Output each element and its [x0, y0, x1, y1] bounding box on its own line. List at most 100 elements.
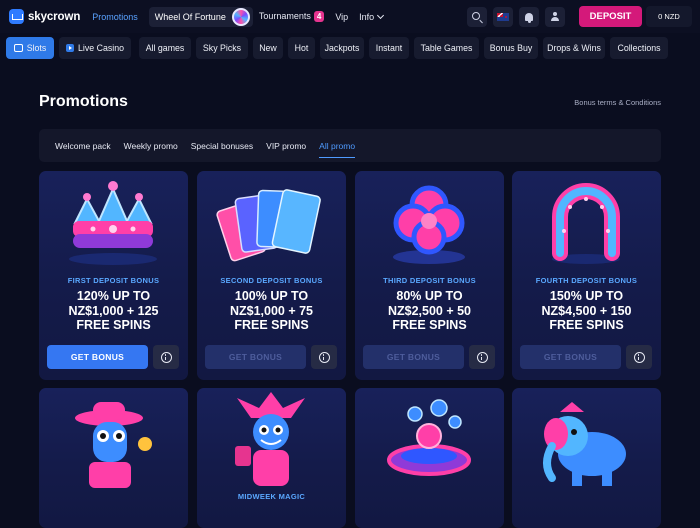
category-all-games[interactable]: All games [139, 36, 191, 59]
main-nav: Promotions Wheel Of Fortune Tournaments 4… [92, 6, 394, 27]
search-button[interactable] [467, 6, 487, 27]
category-drops-wins[interactable]: Drops & Wins [543, 36, 605, 59]
promo-eyebrow: THIRD DEPOSIT BONUS [383, 276, 476, 285]
offer-line: 100% UP TO [234, 289, 309, 303]
category-bonus-buy[interactable]: Bonus Buy [484, 36, 538, 59]
elephant-icon [543, 402, 626, 486]
category-label: Live Casino [78, 42, 124, 53]
promo-info-button[interactable] [626, 345, 652, 369]
wheel-of-fortune-label: Wheel Of Fortune [154, 11, 226, 22]
nav-info[interactable]: Info [359, 11, 385, 22]
offer-line: 150% UP TO [549, 289, 624, 303]
tab-welcome-pack[interactable]: Welcome pack [55, 129, 111, 162]
notifications-button[interactable] [519, 6, 539, 27]
offer-line: FREE SPINS [76, 318, 151, 332]
bonus-terms-link[interactable]: Bonus terms & Conditions [574, 98, 661, 107]
clover-icon [393, 185, 465, 264]
offer-line: 120% UP TO [76, 289, 151, 303]
balance-display[interactable]: 0 NZD [646, 6, 692, 27]
promo-card-elephant [512, 388, 661, 528]
tab-all-promo[interactable]: All promo [319, 129, 355, 162]
offer-line: NZ$4,500 + 150 [541, 303, 632, 318]
promo-eyebrow: SECOND DEPOSIT BONUS [220, 276, 323, 285]
jester-mascot-icon [235, 392, 305, 486]
tab-vip-promo[interactable]: VIP promo [266, 129, 306, 162]
category-instant[interactable]: Instant [369, 36, 409, 59]
language-button[interactable] [493, 6, 513, 27]
promo-eyebrow: FIRST DEPOSIT BONUS [67, 276, 160, 285]
info-icon [318, 351, 330, 363]
playing-cards-icon [216, 189, 321, 262]
promo-info-button[interactable] [153, 345, 179, 369]
info-label: Info [359, 11, 375, 22]
game-category-bar: Slots Live Casino All games Sky Picks Ne… [0, 33, 700, 62]
promo-info-button[interactable] [469, 345, 495, 369]
tournaments-label: Tournaments [258, 11, 311, 21]
category-sky-picks[interactable]: Sky Picks [196, 36, 248, 59]
page-title: Promotions [39, 93, 128, 110]
nav-promotions[interactable]: Promotions [92, 12, 138, 22]
promo-offer: 80% UP TO NZ$2,500 + 50 FREE SPINS [355, 289, 504, 333]
user-icon [551, 12, 560, 21]
bell-icon [525, 12, 533, 23]
nz-flag-icon [497, 12, 509, 21]
search-icon [472, 11, 480, 20]
category-table-games[interactable]: Table Games [414, 36, 479, 59]
info-icon [160, 351, 172, 363]
tab-special-bonuses[interactable]: Special bonuses [191, 129, 253, 162]
tournaments-count-badge: 4 [313, 11, 325, 22]
crown-icon [69, 181, 157, 265]
get-bonus-button[interactable]: GET BONUS [363, 345, 464, 369]
header-actions: DEPOSIT 0 NZD [461, 6, 692, 27]
promo-offer: 150% UP TO NZ$4,500 + 150 FREE SPINS [512, 289, 661, 333]
offer-line: FREE SPINS [549, 318, 624, 332]
category-live-casino[interactable]: Live Casino [59, 36, 131, 59]
profile-button[interactable] [545, 6, 565, 27]
promo-card-third-deposit: THIRD DEPOSIT BONUS 80% UP TO NZ$2,500 +… [355, 171, 504, 380]
fortune-wheel-icon [231, 7, 250, 26]
brand-name: skycrown [28, 10, 81, 23]
category-hot[interactable]: Hot [288, 36, 315, 59]
promo-card-second-deposit: SECOND DEPOSIT BONUS 100% UP TO NZ$1,000… [197, 171, 346, 380]
offer-line: NZ$2,500 + 50 [387, 303, 472, 318]
chevron-down-icon [377, 11, 385, 19]
offer-line: NZ$1,000 + 125 [68, 303, 159, 318]
offer-line: FREE SPINS [234, 318, 309, 332]
horseshoe-icon [552, 183, 620, 264]
offer-line: 80% UP TO [396, 289, 463, 303]
promo-info-button[interactable] [311, 345, 337, 369]
promo-card-midweek-magic: MIDWEEK MAGIC [197, 388, 346, 528]
promo-card-first-deposit: FIRST DEPOSIT BONUS 120% UP TO NZ$1,000 … [39, 171, 188, 380]
nav-vip[interactable]: Vip [335, 12, 348, 22]
offer-line: NZ$1,000 + 75 [229, 303, 314, 318]
promo-card-coin-fountain [355, 388, 504, 528]
category-label: Slots [26, 42, 47, 53]
play-icon [66, 43, 75, 52]
get-bonus-button[interactable]: GET BONUS [47, 345, 148, 369]
category-slots[interactable]: Slots [6, 36, 54, 59]
slots-icon [13, 43, 23, 52]
offer-line: FREE SPINS [392, 318, 467, 332]
category-new[interactable]: New [253, 36, 283, 59]
tab-weekly-promo[interactable]: Weekly promo [124, 129, 178, 162]
crown-logo-icon [9, 9, 24, 24]
category-collections[interactable]: Collections [610, 36, 668, 59]
get-bonus-button[interactable]: GET BONUS [205, 345, 306, 369]
promo-offer: 100% UP TO NZ$1,000 + 75 FREE SPINS [197, 289, 346, 333]
category-jackpots[interactable]: Jackpots [320, 36, 364, 59]
get-bonus-button[interactable]: GET BONUS [520, 345, 621, 369]
top-navigation-bar: skycrown Promotions Wheel Of Fortune Tou… [0, 0, 700, 33]
deposit-button[interactable]: DEPOSIT [579, 6, 642, 27]
promo-eyebrow: FOURTH DEPOSIT BONUS [535, 276, 638, 285]
coin-fountain-icon [387, 399, 471, 476]
promo-tabs: Welcome pack Weekly promo Special bonuse… [39, 129, 661, 162]
cowboy-mascot-icon [75, 402, 152, 488]
nav-wheel-of-fortune[interactable]: Wheel Of Fortune [148, 6, 253, 27]
info-icon [476, 351, 488, 363]
promo-card-cowboy [39, 388, 188, 528]
nav-tournaments[interactable]: Tournaments 4 [258, 11, 325, 22]
brand-logo[interactable]: skycrown [9, 9, 80, 24]
promo-offer: 120% UP TO NZ$1,000 + 125 FREE SPINS [39, 289, 188, 333]
info-icon [633, 351, 645, 363]
promo-card-fourth-deposit: FOURTH DEPOSIT BONUS 150% UP TO NZ$4,500… [512, 171, 661, 380]
